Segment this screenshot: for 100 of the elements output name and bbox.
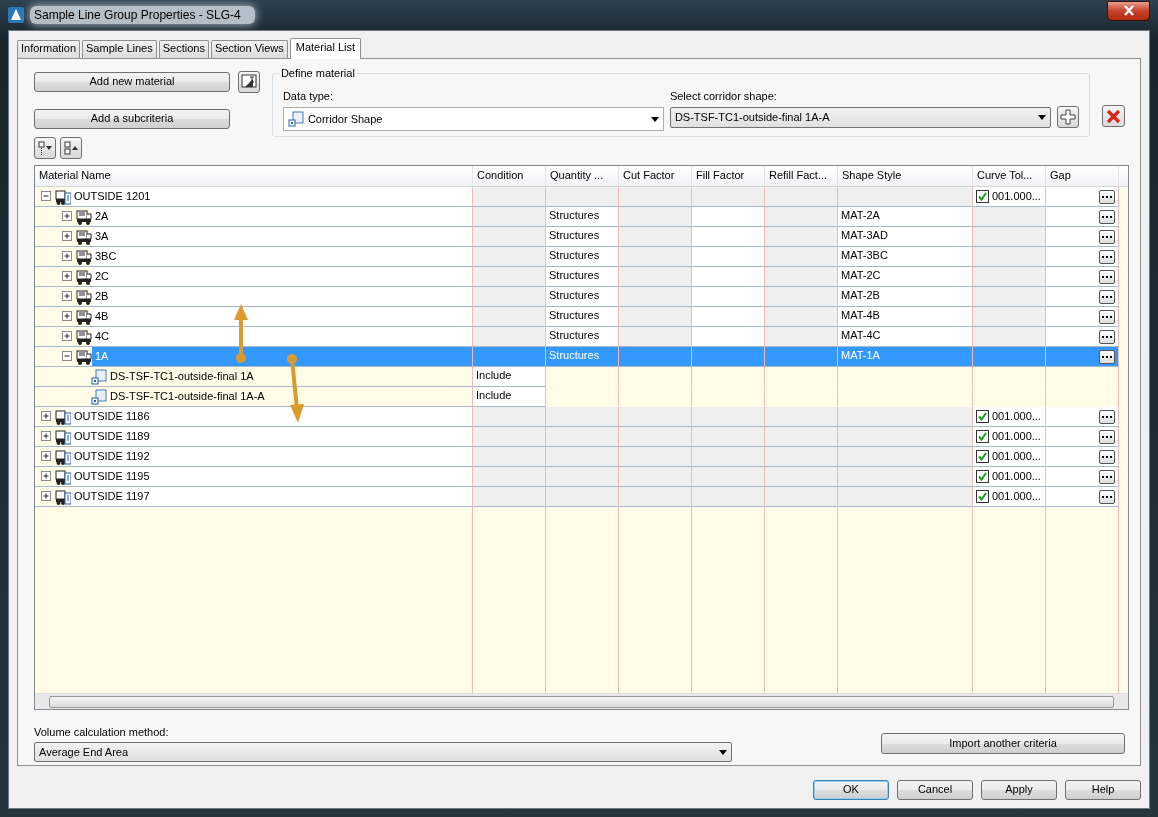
add-subcriteria-button[interactable]: Add a subcriteria bbox=[34, 109, 230, 129]
table-cell: Structures bbox=[546, 327, 619, 347]
table-cell: Structures bbox=[546, 287, 619, 307]
expander-icon[interactable] bbox=[62, 331, 73, 342]
data-type-dropdown[interactable]: Corridor Shape bbox=[282, 107, 664, 132]
expander-icon[interactable] bbox=[62, 211, 73, 222]
material-name[interactable]: 2B bbox=[95, 289, 109, 304]
delete-button[interactable] bbox=[1102, 105, 1125, 127]
material-name[interactable]: DS-TSF-TC1-outside-final 1A-A bbox=[110, 389, 265, 404]
material-name[interactable]: OUTSIDE 1195 bbox=[74, 469, 150, 484]
expander-icon[interactable] bbox=[41, 411, 52, 422]
column-header[interactable]: Refill Fact... bbox=[765, 166, 838, 186]
more-button[interactable] bbox=[1099, 489, 1115, 504]
more-button[interactable] bbox=[1099, 229, 1115, 244]
collapse-all-button[interactable] bbox=[60, 137, 82, 159]
more-button[interactable] bbox=[1099, 409, 1115, 424]
expander-icon[interactable] bbox=[41, 491, 52, 502]
expander-icon[interactable] bbox=[41, 431, 52, 442]
more-button[interactable] bbox=[1099, 249, 1115, 264]
column-header[interactable]: Fill Factor bbox=[692, 166, 765, 186]
more-button[interactable] bbox=[1099, 189, 1115, 204]
column-header[interactable]: Material Name bbox=[35, 166, 473, 186]
tab[interactable]: Information bbox=[17, 40, 81, 58]
more-button[interactable] bbox=[1099, 209, 1115, 224]
ellipsis-icon bbox=[1102, 194, 1112, 199]
more-button[interactable] bbox=[1099, 309, 1115, 324]
tab[interactable]: Material List bbox=[289, 38, 362, 59]
table-cell: Structures bbox=[546, 247, 619, 267]
expander-icon[interactable] bbox=[62, 251, 73, 262]
material-name[interactable]: 2C bbox=[95, 269, 110, 284]
column-header[interactable]: Condition bbox=[473, 166, 546, 186]
add-button[interactable] bbox=[1056, 106, 1079, 128]
column-header[interactable]: Cut Factor bbox=[619, 166, 692, 186]
column-header[interactable]: Quantity ... bbox=[546, 166, 619, 186]
material-name[interactable]: 3A bbox=[95, 229, 109, 244]
more-button[interactable] bbox=[1099, 349, 1115, 364]
dialog-button[interactable]: Apply bbox=[981, 780, 1057, 800]
more-button[interactable] bbox=[1099, 289, 1115, 304]
expander-icon[interactable] bbox=[62, 271, 73, 282]
material-name[interactable]: OUTSIDE 1186 bbox=[74, 409, 150, 424]
column-header[interactable]: Gap bbox=[1046, 166, 1119, 186]
expander-icon[interactable] bbox=[41, 451, 52, 462]
material-name[interactable]: 4B bbox=[95, 309, 109, 324]
more-button[interactable] bbox=[1099, 429, 1115, 444]
shape-select-dropdown[interactable]: DS-TSF-TC1-outside-final 1A-A bbox=[669, 107, 1051, 129]
ellipsis-icon bbox=[1102, 254, 1112, 259]
ellipsis-icon bbox=[1102, 334, 1112, 339]
dialog-button[interactable]: OK bbox=[813, 780, 889, 800]
table-cell: MAT-2A bbox=[838, 207, 973, 227]
scroll-thumb[interactable] bbox=[49, 695, 1114, 708]
material-name[interactable]: OUTSIDE 1189 bbox=[74, 429, 150, 444]
dropdown-arrow-icon bbox=[650, 116, 659, 122]
close-button[interactable] bbox=[1107, 0, 1150, 21]
ellipsis-icon bbox=[1102, 454, 1112, 459]
add-material-button[interactable]: Add new material bbox=[34, 72, 230, 92]
tab[interactable]: Section Views bbox=[210, 40, 288, 58]
column-header[interactable]: Shape Style bbox=[838, 166, 973, 186]
ellipsis-icon bbox=[1102, 494, 1112, 499]
volume-method-label: Volume calculation method: bbox=[34, 726, 170, 740]
more-button[interactable] bbox=[1099, 269, 1115, 284]
expander-icon[interactable] bbox=[41, 191, 52, 202]
checkbox[interactable] bbox=[976, 450, 989, 463]
dialog-button[interactable]: Help bbox=[1065, 780, 1141, 800]
more-button[interactable] bbox=[1099, 329, 1115, 344]
material-name[interactable]: 2A bbox=[95, 209, 109, 224]
condition-field[interactable]: Include bbox=[473, 367, 546, 387]
material-name[interactable]: 4C bbox=[95, 329, 110, 344]
pick-button[interactable] bbox=[238, 71, 260, 93]
expander-icon[interactable] bbox=[62, 231, 73, 242]
tab[interactable]: Sections bbox=[158, 40, 209, 58]
column-header[interactable]: Curve Tol... bbox=[973, 166, 1046, 186]
app-icon bbox=[8, 7, 24, 23]
checkbox[interactable] bbox=[976, 470, 989, 483]
material-name[interactable]: DS-TSF-TC1-outside-final 1A bbox=[110, 369, 254, 384]
material-name[interactable]: 3BC bbox=[95, 249, 117, 264]
data-type-label: Data type: bbox=[282, 90, 334, 104]
volume-method-dropdown[interactable]: Average End Area bbox=[34, 742, 732, 763]
curve-tolerance-value: 001.000... bbox=[992, 409, 1041, 424]
table-cell: Structures bbox=[546, 207, 619, 227]
dialog-button[interactable]: Cancel bbox=[897, 780, 973, 800]
import-criteria-button[interactable]: Import another criteria bbox=[881, 733, 1125, 755]
expander-icon[interactable] bbox=[62, 291, 73, 302]
expander-icon[interactable] bbox=[41, 471, 52, 482]
annotation-arrow bbox=[234, 304, 248, 363]
condition-field[interactable]: Include bbox=[473, 387, 546, 407]
material-name[interactable]: OUTSIDE 1192 bbox=[74, 449, 150, 464]
checkbox[interactable] bbox=[976, 490, 989, 503]
more-button[interactable] bbox=[1099, 469, 1115, 484]
expand-all-button[interactable] bbox=[34, 137, 56, 159]
tab[interactable]: Sample Lines bbox=[82, 40, 157, 58]
checkbox[interactable] bbox=[976, 410, 989, 423]
horizontal-scrollbar[interactable] bbox=[35, 693, 1128, 709]
more-button[interactable] bbox=[1099, 449, 1115, 464]
checkbox[interactable] bbox=[976, 190, 989, 203]
checkbox[interactable] bbox=[976, 430, 989, 443]
expander-icon[interactable] bbox=[62, 311, 73, 322]
material-name[interactable]: OUTSIDE 1197 bbox=[74, 489, 150, 504]
expander-icon[interactable] bbox=[62, 351, 73, 362]
expand-all-icon bbox=[37, 140, 53, 156]
material-name[interactable]: OUTSIDE 1201 bbox=[74, 189, 151, 204]
